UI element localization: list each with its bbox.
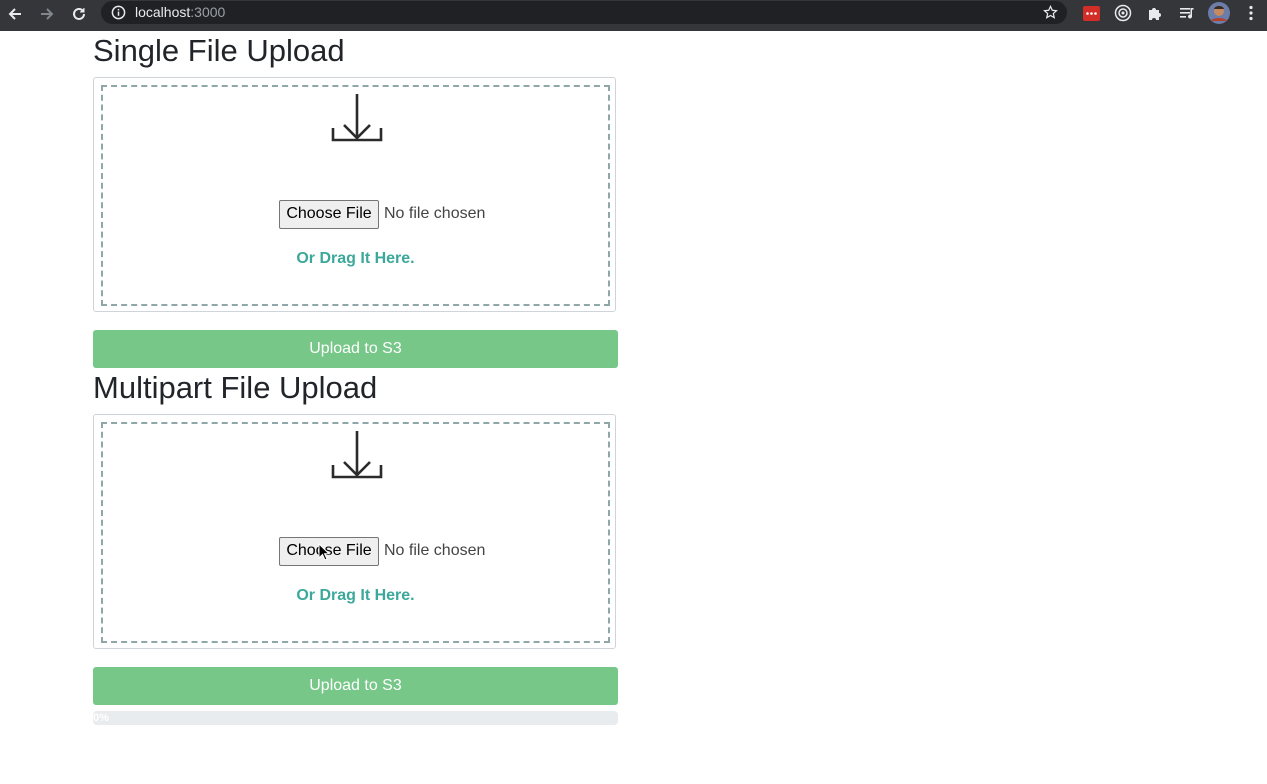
back-button[interactable] [2,2,28,26]
puzzle-icon[interactable] [1145,3,1165,23]
multipart-file-input: Choose File No file chosen [279,536,485,566]
single-file-status: No file chosen [384,205,486,222]
url-text: localhost:3000 [135,4,225,20]
upload-progress-bar: 0% [93,711,618,725]
single-upload-box: Choose File No file chosen Or Drag It He… [93,77,616,312]
reload-button[interactable] [66,2,92,26]
multipart-drag-hint: Or Drag It Here. [296,587,415,604]
single-upload-button[interactable]: Upload to S3 [93,330,618,368]
single-drop-zone[interactable]: Choose File No file chosen Or Drag It He… [101,85,610,306]
multipart-upload-button[interactable]: Upload to S3 [93,667,618,705]
browser-toolbar: localhost:3000 [0,0,1267,31]
download-icon [331,431,383,479]
lastpass-icon[interactable] [1081,3,1101,23]
single-choose-file-button[interactable]: Choose File [279,199,379,229]
multipart-upload-title: Multipart File Upload [93,370,378,405]
single-upload-title: Single File Upload [93,33,345,68]
multipart-file-status: No file chosen [384,542,486,559]
single-drag-hint: Or Drag It Here. [296,250,415,267]
star-icon[interactable] [1043,5,1058,20]
url-port: :3000 [190,4,226,20]
progress-label: 0% [93,712,109,724]
url-host: localhost [135,4,191,20]
avatar[interactable] [1208,2,1230,24]
arrow-left-icon [8,8,21,20]
forward-button[interactable] [34,2,60,26]
playlist-icon[interactable] [1177,3,1197,23]
info-icon [111,5,126,20]
download-icon [331,94,383,142]
target-icon[interactable] [1113,3,1133,23]
reload-icon [73,7,85,20]
multipart-upload-box: Choose File No file chosen Or Drag It He… [93,414,616,649]
multipart-drop-zone[interactable]: Choose File No file chosen Or Drag It He… [101,422,610,643]
arrow-right-icon [41,8,54,20]
address-bar[interactable]: localhost:3000 [101,1,1067,24]
single-file-input: Choose File No file chosen [279,199,485,229]
mouse-cursor-icon [318,543,330,561]
kebab-menu-icon[interactable] [1241,3,1261,23]
